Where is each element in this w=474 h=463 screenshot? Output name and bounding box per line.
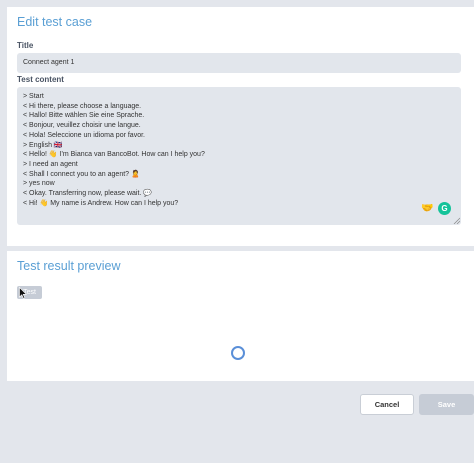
save-button[interactable]: Save (419, 394, 474, 415)
resize-grip-icon[interactable] (453, 217, 460, 224)
edit-test-case-panel: Edit test case Title Connect agent 1 Tes… (7, 7, 474, 246)
test-content-label: Test content (17, 75, 64, 84)
cancel-button[interactable]: Cancel (360, 394, 414, 415)
heart-hands-icon[interactable]: 🤝 (421, 203, 433, 215)
content-line: < Hello! 👋 I'm Bianca van BancoBot. How … (23, 151, 205, 159)
content-line: < Okay. Transferring now, please wait. 💬 (23, 190, 153, 198)
loading-spinner-icon (231, 346, 245, 360)
edit-panel-title: Edit test case (17, 15, 93, 29)
test-result-preview-panel: Test result preview Test (7, 251, 474, 381)
content-line: > I need an agent (23, 160, 78, 168)
content-line: > yes now (23, 180, 55, 188)
preview-panel-title: Test result preview (17, 259, 121, 273)
content-line: < Shall I connect you to an agent? 🙎 (23, 170, 140, 178)
content-line: < Hi there, please choose a language. (23, 102, 142, 110)
content-line: < Hallo! Bitte wählen Sie eine Sprache. (23, 112, 145, 120)
content-line: < Hi! 👋 My name is Andrew. How can I hel… (23, 199, 179, 207)
mouse-cursor-icon (19, 287, 27, 299)
content-line: < Bonjour, veuillez choisir une langue. (23, 122, 141, 130)
content-line: < Hola! Seleccione un idioma por favor. (23, 131, 145, 139)
test-content-textarea[interactable]: > Start < Hi there, please choose a langu… (17, 87, 461, 225)
title-input[interactable]: Connect agent 1 (17, 53, 461, 73)
content-line: > Start (23, 93, 44, 100)
title-label: Title (17, 41, 34, 50)
grammarly-icon[interactable]: G (438, 202, 451, 215)
content-line: > English 🇬🇧 (23, 141, 63, 149)
